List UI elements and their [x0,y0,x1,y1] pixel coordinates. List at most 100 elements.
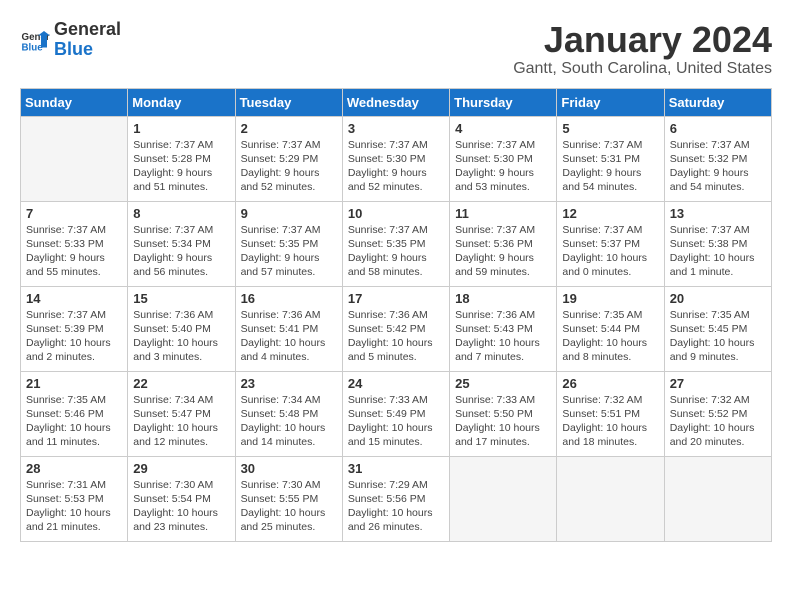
cell-content: Sunrise: 7:37 AM Sunset: 5:35 PM Dayligh… [348,223,444,280]
calendar-cell: 13 Sunrise: 7:37 AM Sunset: 5:38 PM Dayli… [664,201,771,286]
week-row-1: 1Sunrise: 7:37 AM Sunset: 5:28 PM Daylig… [21,116,772,201]
cell-content: Sunrise: 7:34 AM Sunset: 5:48 PM Dayligh… [241,393,337,450]
cell-content: Sunrise: 7:31 AM Sunset: 5:53 PM Dayligh… [26,478,122,535]
header-tuesday: Tuesday [235,88,342,116]
header-sunday: Sunday [21,88,128,116]
calendar-cell: 7Sunrise: 7:37 AM Sunset: 5:33 PM Daylig… [21,201,128,286]
cell-content: Sunrise: 7:37 AM Sunset: 5:33 PM Dayligh… [26,223,122,280]
day-number: 4 [455,121,551,136]
calendar-cell: 27 Sunrise: 7:32 AM Sunset: 5:52 PM Dayli… [664,371,771,456]
week-row-5: 28 Sunrise: 7:31 AM Sunset: 5:53 PM Dayli… [21,456,772,541]
cell-content: Sunrise: 7:36 AM Sunset: 5:40 PM Dayligh… [133,308,229,365]
day-number: 17 [348,291,444,306]
day-number: 6 [670,121,766,136]
cell-content: Sunrise: 7:37 AM Sunset: 5:32 PM Dayligh… [670,138,766,195]
calendar-cell: 10 Sunrise: 7:37 AM Sunset: 5:35 PM Dayli… [342,201,449,286]
calendar-cell: 12 Sunrise: 7:37 AM Sunset: 5:37 PM Dayli… [557,201,664,286]
cell-content: Sunrise: 7:37 AM Sunset: 5:35 PM Dayligh… [241,223,337,280]
calendar-cell: 15 Sunrise: 7:36 AM Sunset: 5:40 PM Dayli… [128,286,235,371]
day-number: 22 [133,376,229,391]
day-number: 11 [455,206,551,221]
calendar-cell: 28 Sunrise: 7:31 AM Sunset: 5:53 PM Dayli… [21,456,128,541]
cell-content: Sunrise: 7:33 AM Sunset: 5:50 PM Dayligh… [455,393,551,450]
cell-content: Sunrise: 7:37 AM Sunset: 5:39 PM Dayligh… [26,308,122,365]
day-number: 26 [562,376,658,391]
day-number: 30 [241,461,337,476]
calendar-cell: 8Sunrise: 7:37 AM Sunset: 5:34 PM Daylig… [128,201,235,286]
header-wednesday: Wednesday [342,88,449,116]
day-number: 1 [133,121,229,136]
day-number: 18 [455,291,551,306]
day-number: 10 [348,206,444,221]
day-number: 3 [348,121,444,136]
week-row-2: 7Sunrise: 7:37 AM Sunset: 5:33 PM Daylig… [21,201,772,286]
calendar-cell: 23 Sunrise: 7:34 AM Sunset: 5:48 PM Dayli… [235,371,342,456]
day-number: 28 [26,461,122,476]
day-number: 23 [241,376,337,391]
header-monday: Monday [128,88,235,116]
day-number: 21 [26,376,122,391]
cell-content: Sunrise: 7:35 AM Sunset: 5:45 PM Dayligh… [670,308,766,365]
day-number: 24 [348,376,444,391]
month-year-title: January 2024 [513,20,772,60]
calendar-cell: 11 Sunrise: 7:37 AM Sunset: 5:36 PM Dayli… [450,201,557,286]
day-number: 2 [241,121,337,136]
cell-content: Sunrise: 7:36 AM Sunset: 5:41 PM Dayligh… [241,308,337,365]
calendar-cell: 29Sunrise: 7:30 AM Sunset: 5:54 PM Dayli… [128,456,235,541]
cell-content: Sunrise: 7:36 AM Sunset: 5:42 PM Dayligh… [348,308,444,365]
cell-content: Sunrise: 7:32 AM Sunset: 5:51 PM Dayligh… [562,393,658,450]
calendar-cell: 21Sunrise: 7:35 AM Sunset: 5:46 PM Dayli… [21,371,128,456]
cell-content: Sunrise: 7:37 AM Sunset: 5:31 PM Dayligh… [562,138,658,195]
cell-content: Sunrise: 7:34 AM Sunset: 5:47 PM Dayligh… [133,393,229,450]
calendar-cell: 18Sunrise: 7:36 AM Sunset: 5:43 PM Dayli… [450,286,557,371]
calendar-cell [21,116,128,201]
calendar-cell: 25 Sunrise: 7:33 AM Sunset: 5:50 PM Dayli… [450,371,557,456]
calendar-cell: 6 Sunrise: 7:37 AM Sunset: 5:32 PM Daylig… [664,116,771,201]
week-row-4: 21Sunrise: 7:35 AM Sunset: 5:46 PM Dayli… [21,371,772,456]
header-saturday: Saturday [664,88,771,116]
day-number: 12 [562,206,658,221]
logo: General Blue General Blue [20,20,121,60]
cell-content: Sunrise: 7:37 AM Sunset: 5:36 PM Dayligh… [455,223,551,280]
day-number: 8 [133,206,229,221]
cell-content: Sunrise: 7:33 AM Sunset: 5:49 PM Dayligh… [348,393,444,450]
cell-content: Sunrise: 7:30 AM Sunset: 5:54 PM Dayligh… [133,478,229,535]
week-row-3: 14Sunrise: 7:37 AM Sunset: 5:39 PM Dayli… [21,286,772,371]
calendar-cell [664,456,771,541]
day-number: 20 [670,291,766,306]
calendar-cell: 31 Sunrise: 7:29 AM Sunset: 5:56 PM Dayli… [342,456,449,541]
calendar-cell: 14Sunrise: 7:37 AM Sunset: 5:39 PM Dayli… [21,286,128,371]
cell-content: Sunrise: 7:37 AM Sunset: 5:37 PM Dayligh… [562,223,658,280]
location-subtitle: Gantt, South Carolina, United States [513,60,772,78]
calendar-cell: 5 Sunrise: 7:37 AM Sunset: 5:31 PM Daylig… [557,116,664,201]
calendar-cell: 3 Sunrise: 7:37 AM Sunset: 5:30 PM Daylig… [342,116,449,201]
calendar-cell: 30Sunrise: 7:30 AM Sunset: 5:55 PM Dayli… [235,456,342,541]
cell-content: Sunrise: 7:37 AM Sunset: 5:30 PM Dayligh… [348,138,444,195]
day-number: 31 [348,461,444,476]
title-block: January 2024 Gantt, South Carolina, Unit… [513,20,772,78]
calendar-cell: 2 Sunrise: 7:37 AM Sunset: 5:29 PM Daylig… [235,116,342,201]
logo-text: General Blue [54,20,121,60]
day-number: 15 [133,291,229,306]
calendar-cell: 22 Sunrise: 7:34 AM Sunset: 5:47 PM Dayli… [128,371,235,456]
day-number: 19 [562,291,658,306]
cell-content: Sunrise: 7:32 AM Sunset: 5:52 PM Dayligh… [670,393,766,450]
calendar-table: SundayMondayTuesdayWednesdayThursdayFrid… [20,88,772,542]
calendar-cell: 20 Sunrise: 7:35 AM Sunset: 5:45 PM Dayli… [664,286,771,371]
calendar-cell: 9 Sunrise: 7:37 AM Sunset: 5:35 PM Daylig… [235,201,342,286]
cell-content: Sunrise: 7:37 AM Sunset: 5:29 PM Dayligh… [241,138,337,195]
cell-content: Sunrise: 7:37 AM Sunset: 5:30 PM Dayligh… [455,138,551,195]
day-number: 5 [562,121,658,136]
day-number: 9 [241,206,337,221]
calendar-cell: 1Sunrise: 7:37 AM Sunset: 5:28 PM Daylig… [128,116,235,201]
cell-content: Sunrise: 7:29 AM Sunset: 5:56 PM Dayligh… [348,478,444,535]
day-number: 27 [670,376,766,391]
cell-content: Sunrise: 7:37 AM Sunset: 5:38 PM Dayligh… [670,223,766,280]
calendar-cell: 26 Sunrise: 7:32 AM Sunset: 5:51 PM Dayli… [557,371,664,456]
day-number: 13 [670,206,766,221]
day-number: 16 [241,291,337,306]
calendar-cell: 4 Sunrise: 7:37 AM Sunset: 5:30 PM Daylig… [450,116,557,201]
day-number: 25 [455,376,551,391]
calendar-cell [450,456,557,541]
page-header: General Blue General Blue January 2024 G… [20,20,772,78]
